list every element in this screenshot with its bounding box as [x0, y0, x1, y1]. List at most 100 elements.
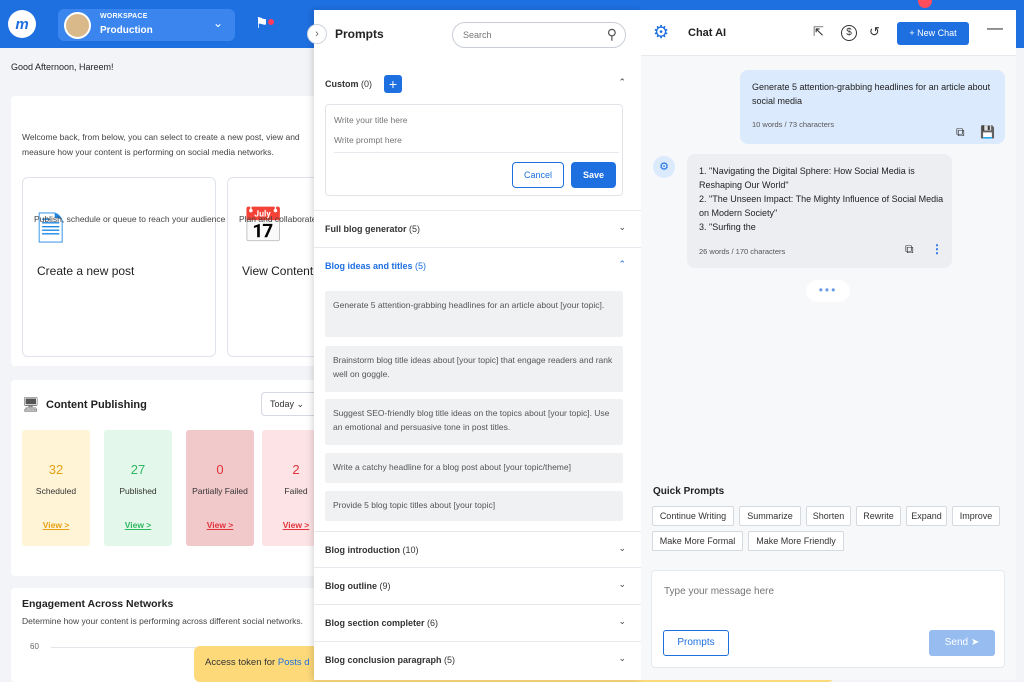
- message-meta: 10 words / 73 characters: [752, 120, 834, 129]
- prompts-panel: › Prompts ⚲ Custom (0) + ⌃ Cancel Save F…: [314, 10, 641, 680]
- tile-title: Create a new post: [37, 264, 134, 278]
- section-name: Blog outline: [325, 581, 377, 591]
- stat-label: Partially Failed: [186, 486, 254, 496]
- stat-view-link[interactable]: View >: [186, 520, 254, 530]
- dollar-icon[interactable]: $: [841, 25, 857, 41]
- prompt-search-input[interactable]: [463, 28, 593, 42]
- stat-view-link[interactable]: View >: [22, 520, 90, 530]
- stat-tile-published: 27 Published View >: [104, 430, 172, 546]
- section-name: Blog conclusion paragraph: [325, 655, 442, 665]
- section-blog-section-completer[interactable]: Blog section completer (6) ⌄: [314, 604, 641, 640]
- card-title: Content Publishing: [46, 399, 147, 411]
- stat-count: 32: [22, 462, 90, 477]
- section-name: Blog introduction: [325, 545, 400, 555]
- save-button[interactable]: Save: [571, 162, 616, 188]
- save-icon[interactable]: 💾: [980, 125, 995, 139]
- search-icon[interactable]: ⚲: [607, 26, 617, 43]
- prompt-item[interactable]: Provide 5 blog topic titles about [your …: [325, 491, 623, 521]
- prompt-item[interactable]: Brainstorm blog title ideas about [your …: [325, 346, 623, 392]
- prompt-item[interactable]: Write a catchy headline for a blog post …: [325, 453, 623, 483]
- section-name: Blog ideas and titles: [325, 261, 413, 271]
- create-post-tile[interactable]: 🗎 Create a new post Publish, schedule or…: [22, 177, 216, 357]
- chat-header: ⚙ Chat AI ⇱ $ ↺ + New Chat —: [641, 10, 1016, 56]
- tile-title: View Content: [242, 264, 313, 278]
- section-count: (0): [361, 79, 372, 89]
- toast-link[interactable]: Posts d: [278, 657, 310, 668]
- chevron-down-icon: ⌄: [618, 579, 626, 590]
- copy-icon[interactable]: ⧉: [905, 242, 914, 257]
- section-blog-outline[interactable]: Blog outline (9) ⌄: [314, 567, 641, 603]
- user-message: Generate 5 attention-grabbing headlines …: [740, 70, 1005, 144]
- app-logo[interactable]: m: [8, 10, 36, 38]
- ai-message: 1. "Navigating the Digital Sphere: How S…: [687, 154, 952, 268]
- section-blog-ideas-and-titles[interactable]: Blog ideas and titles (5) ⌃: [314, 247, 641, 283]
- send-icon: ➤: [971, 637, 979, 648]
- workspace-switcher[interactable]: WORKSPACE Production ⌄: [58, 9, 235, 41]
- chevron-up-icon[interactable]: ⌃: [618, 77, 626, 88]
- copy-icon[interactable]: ⧉: [956, 125, 965, 140]
- send-button[interactable]: Send ➤: [929, 630, 995, 656]
- stat-tile-scheduled: 32 Scheduled View >: [22, 430, 90, 546]
- quick-prompt-chip[interactable]: Rewrite: [856, 506, 901, 526]
- prompts-button[interactable]: Prompts: [663, 630, 729, 656]
- stat-view-link[interactable]: View >: [104, 520, 172, 530]
- section-name: Blog section completer: [325, 618, 425, 628]
- monitor-icon: 🖥: [22, 396, 40, 413]
- quick-prompt-chip[interactable]: Summarize: [739, 506, 801, 526]
- section-count: (5): [415, 261, 426, 271]
- section-blog-introduction[interactable]: Blog introduction (10) ⌄: [314, 531, 641, 567]
- greeting: Good Afternoon, Hareem!: [11, 62, 114, 72]
- stat-label: Published: [104, 486, 172, 496]
- prompt-item[interactable]: Suggest SEO-friendly blog title ideas on…: [325, 399, 623, 445]
- stat-label: Scheduled: [22, 486, 90, 496]
- section-full-blog-generator[interactable]: Full blog generator (5) ⌄: [314, 210, 641, 246]
- quick-prompt-chip[interactable]: Shorten: [806, 506, 851, 526]
- flag-icon[interactable]: ⚑: [255, 14, 268, 32]
- more-options-icon[interactable]: ⋮: [931, 242, 943, 256]
- prompt-item[interactable]: Generate 5 attention-grabbing headlines …: [325, 291, 623, 337]
- chat-title: Chat AI: [688, 27, 726, 39]
- prompt-title-input[interactable]: [334, 113, 604, 127]
- content-publishing-card: 🖥 Content Publishing Today ⌄ 32 Scheduled…: [11, 380, 341, 576]
- expand-icon[interactable]: ⇱: [813, 24, 824, 40]
- prompt-text-input[interactable]: [334, 135, 619, 153]
- quick-prompt-chip[interactable]: Continue Writing: [652, 506, 734, 526]
- minimize-icon[interactable]: —: [987, 20, 1003, 38]
- quick-prompt-chip[interactable]: Improve: [952, 506, 1000, 526]
- section-count: (9): [380, 581, 391, 591]
- chevron-down-icon: ⌄: [618, 543, 626, 554]
- card-title: Engagement Across Networks: [22, 598, 173, 610]
- notification-dot: [268, 19, 274, 25]
- quick-prompts-title: Quick Prompts: [653, 486, 724, 497]
- ai-line: 3. "Surfing the: [699, 220, 944, 234]
- message-input[interactable]: [664, 583, 994, 599]
- message-meta: 26 words / 170 characters: [699, 247, 785, 256]
- add-prompt-button[interactable]: +: [384, 75, 402, 93]
- collapse-panel-button[interactable]: ›: [307, 24, 327, 44]
- history-icon[interactable]: ↺: [869, 24, 880, 40]
- workspace-avatar: [64, 12, 91, 39]
- quick-prompt-chip[interactable]: Expand: [906, 506, 947, 526]
- welcome-card: Welcome back, from below, you can select…: [11, 96, 341, 366]
- workspace-name: Production: [100, 25, 153, 36]
- bot-avatar: ⚙: [653, 156, 675, 178]
- section-name: Full blog generator: [325, 224, 407, 234]
- message-text: Generate 5 attention-grabbing headlines …: [752, 80, 992, 108]
- typing-indicator: •••: [806, 280, 850, 302]
- chevron-down-icon: ⌄: [618, 616, 626, 627]
- section-count: (5): [409, 224, 420, 234]
- y-axis-label: 60: [30, 642, 39, 651]
- new-chat-button[interactable]: + New Chat: [897, 22, 969, 45]
- section-blog-conclusion-paragraph[interactable]: Blog conclusion paragraph (5) ⌄: [314, 641, 641, 677]
- quick-prompt-chip[interactable]: Make More Friendly: [748, 531, 844, 551]
- cancel-button[interactable]: Cancel: [512, 162, 564, 188]
- panel-title: Prompts: [335, 27, 384, 41]
- date-filter-value: Today: [270, 399, 294, 409]
- custom-prompt-form: Cancel Save: [325, 104, 623, 196]
- section-custom[interactable]: Custom (0) + ⌃: [314, 66, 641, 102]
- robot-icon: ⚙: [653, 22, 669, 43]
- chevron-down-icon: ⌄: [618, 222, 626, 233]
- quick-prompt-chip[interactable]: Make More Formal: [652, 531, 743, 551]
- stat-count: 27: [104, 462, 172, 477]
- chevron-down-icon: ⌄: [297, 399, 305, 409]
